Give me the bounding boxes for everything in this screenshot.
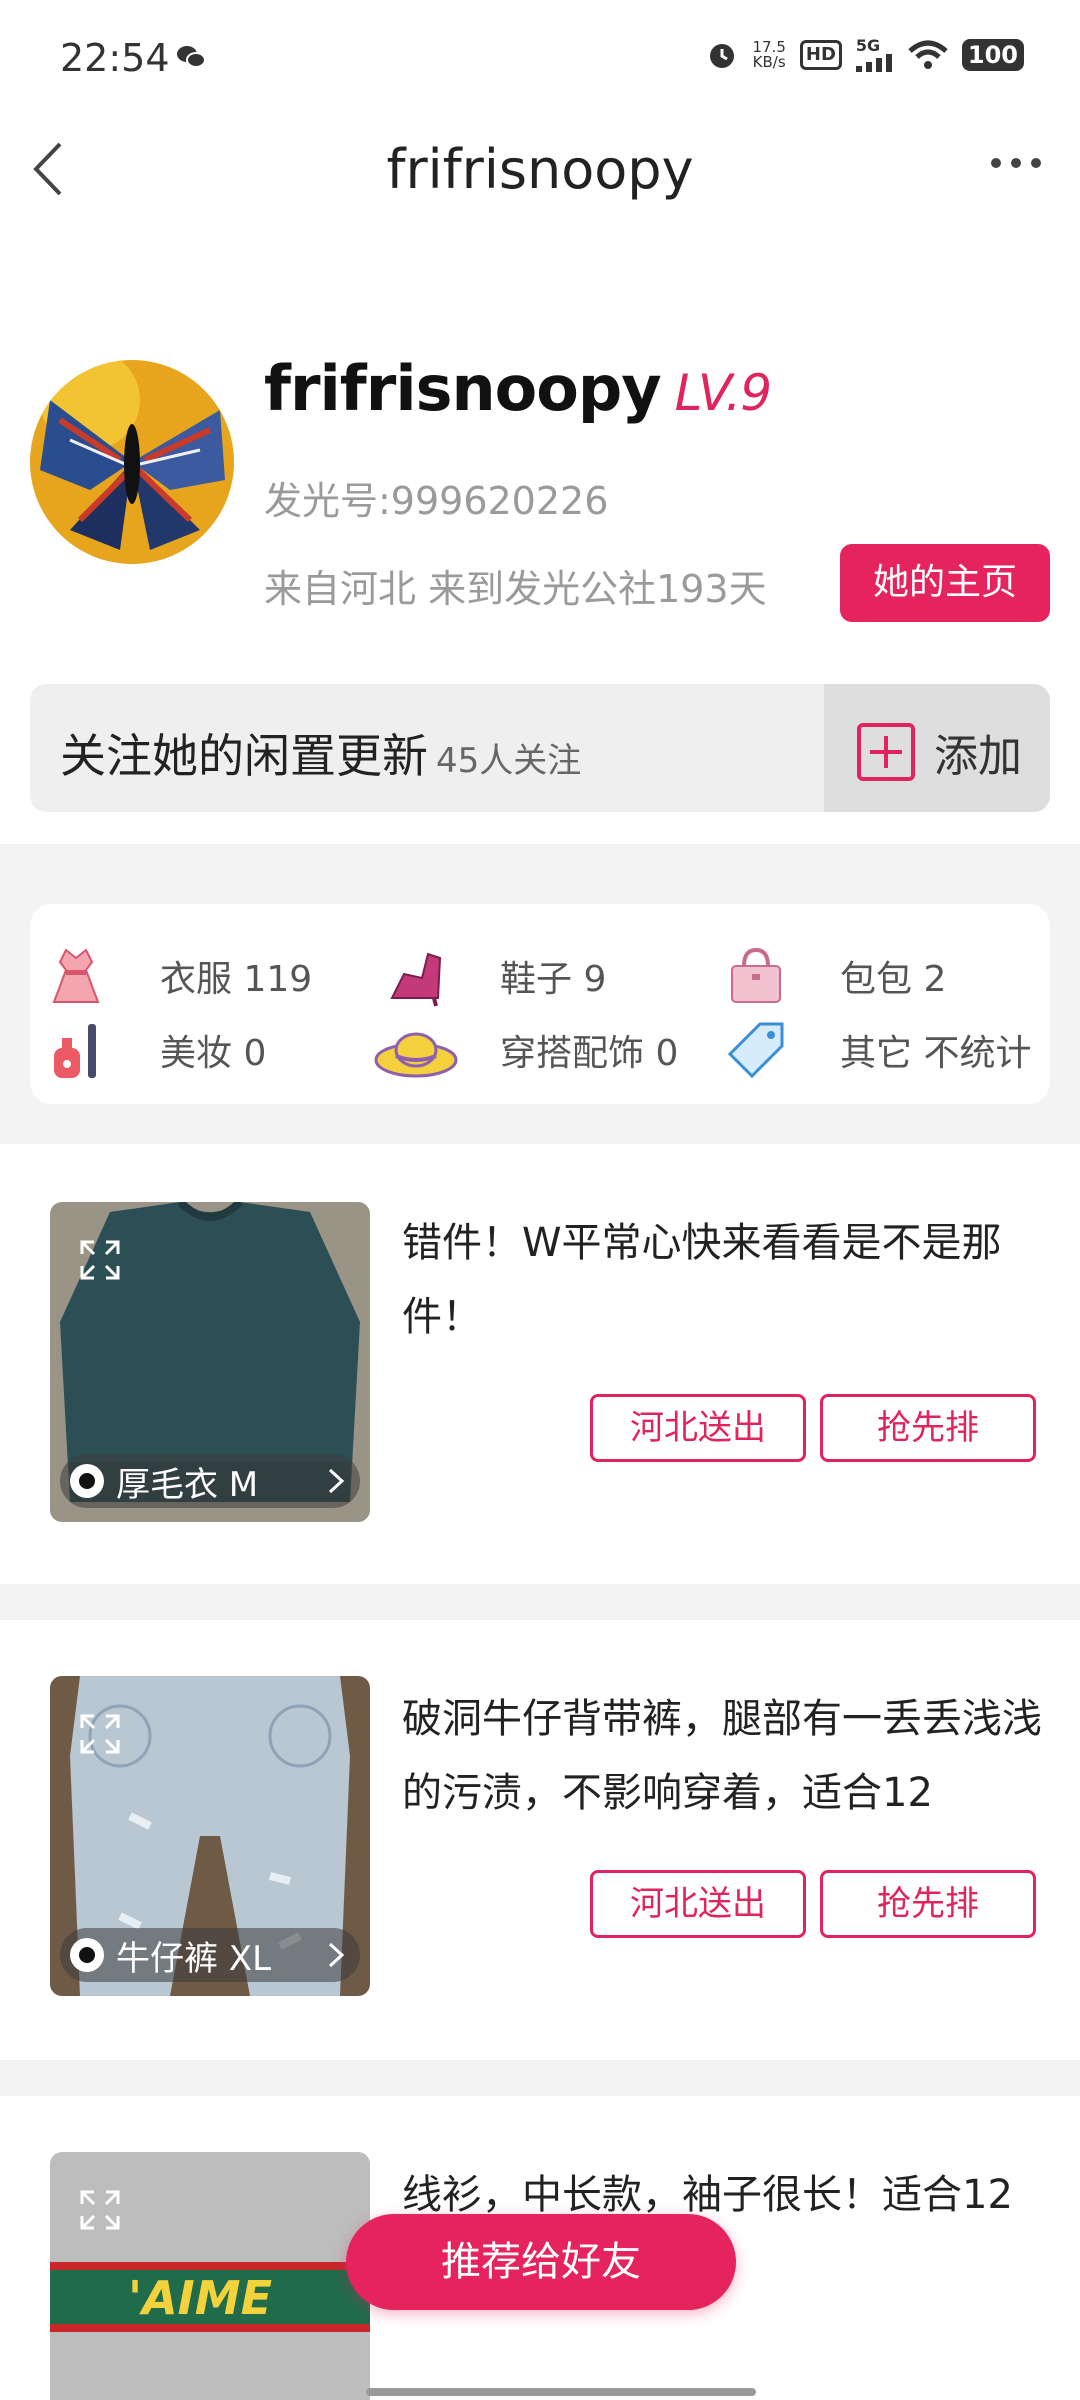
- expand-icon[interactable]: [78, 2188, 122, 2232]
- battery-icon: 100: [961, 39, 1024, 71]
- listing-tag[interactable]: 厚毛衣 M: [60, 1454, 360, 1508]
- chevron-right-icon: [328, 1468, 345, 1494]
- tag-dot-icon: [70, 1938, 104, 1972]
- hebei-send-button[interactable]: 河北送出: [590, 1870, 806, 1938]
- stat-bags[interactable]: 包包 2: [724, 944, 946, 1008]
- listing-description: 破洞牛仔背带裤，腿部有一丢丢浅浅的污渍，不影响穿着，适合12: [402, 1696, 1042, 1816]
- add-follow-button[interactable]: 添加: [824, 684, 1050, 812]
- her-homepage-button[interactable]: 她的主页: [840, 544, 1050, 622]
- recommend-to-friend-button[interactable]: 推荐给好友: [346, 2214, 736, 2310]
- follow-updates-bar: 关注她的闲置更新 45人关注 添加: [30, 684, 1050, 812]
- status-bar: 22:54 17.5 KB/s HD 5G 100: [0, 0, 1080, 120]
- status-time: 22:54: [60, 36, 170, 80]
- wifi-icon: [908, 40, 948, 69]
- dress-icon: [52, 948, 100, 1003]
- makeup-icon: [54, 1024, 96, 1078]
- listing-description: 错件！W平常心快来看看是不是那件！: [402, 1220, 1002, 1340]
- stat-clothes[interactable]: 衣服 119: [44, 944, 312, 1008]
- expand-icon[interactable]: [78, 1712, 122, 1756]
- avatar[interactable]: [30, 360, 234, 564]
- shirt-print-text: 'AIME: [128, 2271, 272, 2325]
- stat-others[interactable]: 其它 不统计: [724, 1018, 1031, 1082]
- category-stats: 衣服 119 鞋子 9 包包 2 美妆 0 穿搭配饰 0 其它 不统计: [30, 904, 1050, 1104]
- expand-icon[interactable]: [78, 1238, 122, 1282]
- hebei-send-button[interactable]: 河北送出: [590, 1394, 806, 1462]
- sun-hat-icon: [374, 1032, 458, 1078]
- profile-header: frifrisnoopy LV.9 发光号:999620226 来自河北 来到发光…: [0, 340, 1080, 640]
- top-nav: frifrisnoopy: [0, 120, 1080, 220]
- home-indicator[interactable]: [366, 2388, 756, 2396]
- queue-first-button[interactable]: 抢先排: [820, 1394, 1036, 1462]
- alarm-icon: [710, 44, 735, 68]
- stat-makeup[interactable]: 美妆 0: [44, 1018, 266, 1082]
- hd-badge: HD: [799, 40, 842, 70]
- price-tag-icon: [727, 1022, 784, 1079]
- queue-first-button[interactable]: 抢先排: [820, 1870, 1036, 1938]
- stat-shoes[interactable]: 鞋子 9: [384, 944, 606, 1008]
- stat-accessories[interactable]: 穿搭配饰 0: [374, 1018, 678, 1082]
- listing-card[interactable]: 厚毛衣 M 错件！W平常心快来看看是不是那件！ 河北送出 抢先排: [0, 1144, 1080, 1544]
- wechat-icon: [177, 46, 206, 68]
- divider: [0, 2060, 1080, 2096]
- listing-photo[interactable]: 厚毛衣 M: [50, 1202, 370, 1522]
- more-icon[interactable]: [986, 148, 1046, 178]
- page-title: frifrisnoopy: [386, 138, 694, 201]
- plus-icon: [857, 723, 915, 781]
- network-speed: 17.5 KB/s: [752, 38, 786, 71]
- follow-updates-label: 关注她的闲置更新 45人关注: [60, 729, 582, 783]
- profile-name: frifrisnoopy LV.9: [264, 352, 772, 425]
- profile-origin: 来自河北 来到发光公社193天: [264, 567, 767, 611]
- signal-5g-icon: 5G: [855, 38, 894, 72]
- listing-tag[interactable]: 牛仔裤 XL: [60, 1928, 360, 1982]
- listing-card[interactable]: 牛仔裤 XL 破洞牛仔背带裤，腿部有一丢丢浅浅的污渍，不影响穿着，适合12 河北…: [0, 1620, 1080, 2020]
- follow-count: 45人关注: [436, 741, 582, 781]
- add-follow-label: 添加: [934, 731, 1022, 782]
- listing-photo[interactable]: 'AIME: [50, 2152, 370, 2400]
- chevron-right-icon: [328, 1942, 345, 1968]
- profile-id: 发光号:999620226: [264, 479, 609, 523]
- status-icons: 17.5 KB/s HD 5G 100: [706, 38, 1024, 72]
- divider: [0, 1584, 1080, 1620]
- handbag-icon: [731, 947, 781, 1003]
- level-badge: LV.9: [674, 364, 772, 422]
- high-heel-icon: [390, 952, 442, 1007]
- listing-photo[interactable]: 牛仔裤 XL: [50, 1676, 370, 1996]
- tag-dot-icon: [70, 1464, 104, 1498]
